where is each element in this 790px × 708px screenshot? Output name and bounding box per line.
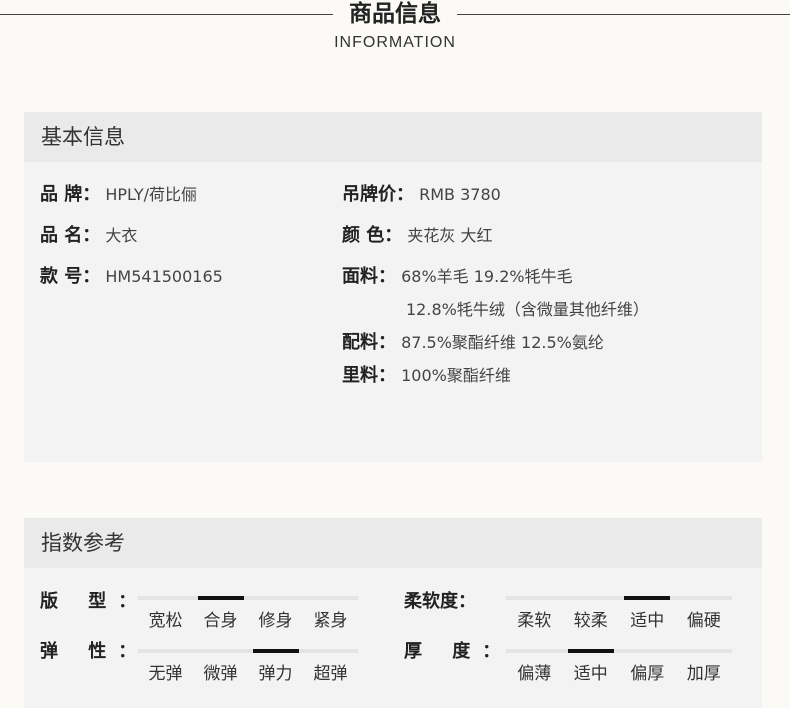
softness-scale: 柔软 较柔 适中 偏硬	[506, 596, 732, 646]
fabric-row-2: 12.8%牦牛绒（含微量其他纤维）	[406, 299, 649, 321]
thickness-scale: 偏薄 适中 偏厚 加厚	[506, 649, 732, 699]
fit-scale-selected-marker	[197, 596, 244, 600]
thickness-option: 适中	[573, 664, 608, 684]
fit-label: 版 型：	[40, 591, 149, 612]
fit-label-row: 版 型：	[40, 591, 148, 613]
softness-option: 柔软	[517, 611, 552, 631]
softness-label: 柔软度：	[404, 591, 476, 612]
elasticity-scale: 无弹 微弹 弹力 超弹	[138, 649, 358, 699]
fabric-value-2: 12.8%牦牛绒（含微量其他纤维）	[406, 300, 649, 319]
fit-scale-track	[138, 596, 358, 600]
section-subtitle: INFORMATION	[334, 34, 456, 51]
index-panel: 指数参考 版 型： 宽松 合身 修身 紧身 弹 性： 无弹 微弹 弹力 超弹 柔软度： 柔软…	[24, 518, 762, 708]
fit-option: 宽松	[148, 611, 183, 631]
thickness-scale-track	[506, 649, 732, 653]
accessory-row: 配料： 87.5%聚酯纤维 12.5%氨纶	[342, 332, 604, 354]
fabric-value-1: 68%羊毛 19.2%牦牛毛	[401, 267, 573, 286]
thickness-option: 偏厚	[630, 664, 665, 684]
thickness-label: 厚 度：	[404, 641, 513, 662]
index-heading: 指数参考	[24, 518, 762, 568]
softness-option: 偏硬	[686, 611, 721, 631]
softness-scale-selected-marker	[624, 596, 671, 600]
price-value: RMB 3780	[419, 185, 501, 204]
accessory-label: 配料：	[342, 332, 396, 353]
fit-option: 紧身	[313, 611, 348, 631]
style-number-row: 款 号： HM541500165	[40, 266, 223, 288]
elasticity-scale-track	[138, 649, 358, 653]
softness-option: 适中	[630, 611, 665, 631]
basic-info-heading: 基本信息	[24, 112, 762, 162]
brand-row: 品 牌： HPLY/荷比俪	[40, 184, 197, 206]
color-label: 颜 色：	[342, 225, 403, 246]
thickness-scale-selected-marker	[567, 649, 614, 653]
lining-value: 100%聚酯纤维	[401, 366, 511, 385]
brand-label: 品 牌：	[40, 184, 101, 205]
elasticity-option: 弹力	[258, 664, 293, 684]
elasticity-option: 微弹	[203, 664, 238, 684]
thickness-option: 偏薄	[517, 664, 552, 684]
fit-option: 合身	[203, 611, 238, 631]
brand-value: HPLY/荷比俪	[105, 185, 198, 204]
style-number-value: HM541500165	[105, 267, 223, 286]
name-value: 大衣	[105, 226, 138, 245]
softness-scale-track	[506, 596, 732, 600]
fabric-label: 面料：	[342, 266, 396, 287]
softness-label-row: 柔软度：	[404, 591, 476, 613]
elasticity-label-row: 弹 性：	[40, 641, 148, 663]
softness-option: 较柔	[573, 611, 608, 631]
basic-info-panel: 基本信息 品 牌： HPLY/荷比俪 品 名： 大衣 款 号： HM541500…	[24, 112, 762, 462]
elasticity-scale-selected-marker	[252, 649, 299, 653]
color-value: 夹花灰 大红	[407, 226, 493, 245]
name-label: 品 名：	[40, 225, 101, 246]
elasticity-option: 无弹	[148, 664, 183, 684]
accessory-value: 87.5%聚酯纤维 12.5%氨纶	[401, 333, 604, 352]
elasticity-option: 超弹	[313, 664, 348, 684]
thickness-label-row: 厚 度：	[404, 641, 512, 663]
fit-option: 修身	[258, 611, 293, 631]
thickness-option: 加厚	[686, 664, 721, 684]
price-row: 吊牌价： RMB 3780	[342, 184, 501, 206]
elasticity-label: 弹 性：	[40, 641, 149, 662]
price-label: 吊牌价：	[342, 184, 414, 205]
fit-scale: 宽松 合身 修身 紧身	[138, 596, 358, 646]
lining-row: 里料： 100%聚酯纤维	[342, 365, 511, 387]
color-row: 颜 色： 夹花灰 大红	[342, 225, 492, 247]
lining-label: 里料：	[342, 365, 396, 386]
name-row: 品 名： 大衣	[40, 225, 137, 247]
style-number-label: 款 号：	[40, 266, 101, 287]
fabric-row: 面料： 68%羊毛 19.2%牦牛毛	[342, 266, 573, 288]
section-title: 商品信息	[349, 1, 441, 27]
